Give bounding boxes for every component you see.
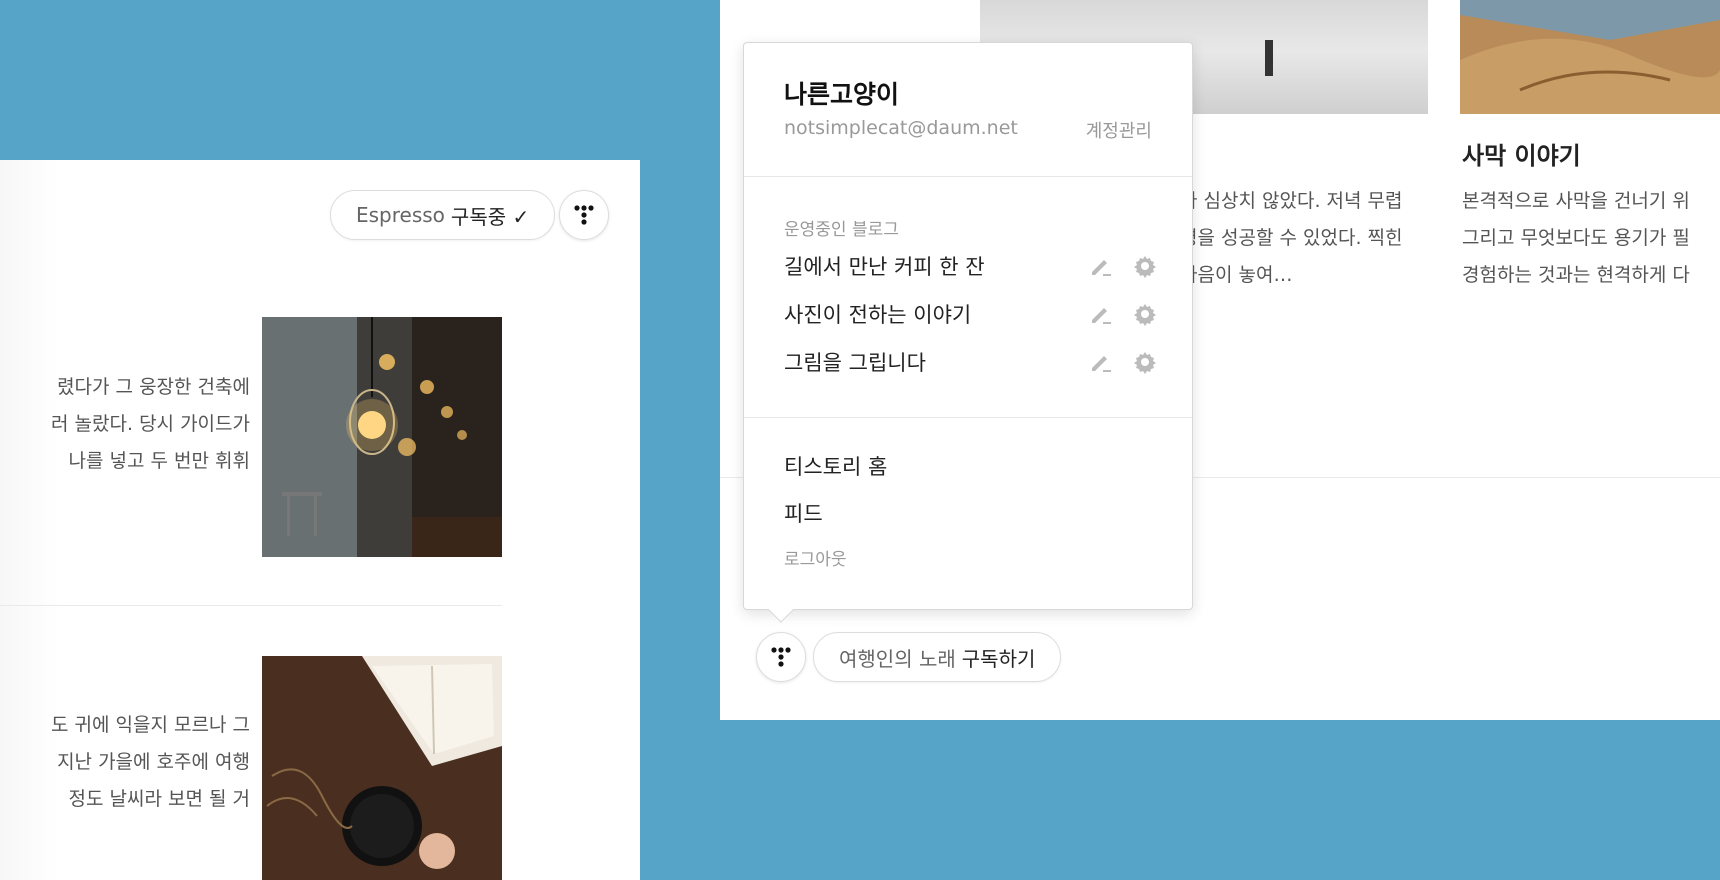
subscribe-blog-name: 여행인의 노래	[839, 646, 956, 671]
excerpt-line: 렸다가 그 웅장한 건축에	[57, 376, 250, 398]
excerpt-line: 나 심상치 않았다. 저녁 무렵	[1180, 190, 1403, 212]
account-settings-link[interactable]: 계정관리	[1086, 117, 1152, 143]
post-thumbnail-lamps[interactable]	[262, 317, 502, 557]
excerpt-line: 령을 성공할 수 있었다. 찍힌	[1180, 227, 1403, 249]
user-email: notsimplecat@daum.net	[784, 117, 1018, 139]
excerpt-line: 경험하는 것과는 현격하게 다	[1462, 264, 1690, 286]
lamps-illustration	[262, 317, 502, 557]
excerpt-line: 지난 가을에 호주에 여행	[57, 751, 250, 773]
gear-icon[interactable]	[1133, 302, 1157, 326]
excerpt-line: 그리고 무엇보다도 용기가 필	[1462, 227, 1690, 249]
subscribed-blog-name: Espresso	[356, 203, 445, 227]
book-coffee-illustration	[262, 656, 502, 880]
blogs-section-label: 운영중인 블로그	[784, 220, 899, 240]
pencil-icon[interactable]	[1089, 350, 1113, 374]
tistory-home-link[interactable]: 티스토리 홈	[784, 451, 887, 481]
post-excerpt[interactable]: 렸다가 그 웅장한 건축에 러 놀랐다. 당시 가이드가 나를 넣고 두 번만 …	[0, 369, 250, 480]
subscribe-button[interactable]: 여행인의 노래 구독하기	[813, 632, 1062, 682]
tistory-menu-button-active[interactable]	[756, 632, 806, 682]
post-thumbnail-desert[interactable]	[1460, 0, 1720, 114]
logout-link[interactable]: 로그아웃	[784, 545, 847, 570]
tistory-menu-button[interactable]	[559, 190, 609, 240]
post-divider	[0, 605, 502, 606]
excerpt-line: 본격적으로 사막을 건너기 위	[1462, 190, 1690, 212]
gear-icon[interactable]	[1133, 350, 1157, 374]
desert-illustration	[1460, 0, 1720, 114]
menu-divider	[744, 176, 1192, 177]
post-excerpt[interactable]: 나 심상치 않았다. 저녁 무렵 령을 성공할 수 있었다. 찍힌 다음이 놓여…	[1180, 183, 1430, 294]
blog-item[interactable]: 사진이 전하는 이야기	[784, 294, 1157, 334]
tistory-logo-icon	[574, 205, 594, 225]
excerpt-line: 다음이 놓여…	[1180, 264, 1293, 286]
blog-item[interactable]: 그림을 그립니다	[784, 342, 1157, 382]
tistory-logo-icon	[771, 647, 791, 667]
excerpt-line: 도 귀에 익을지 모르나 그	[51, 714, 250, 736]
blog-name[interactable]: 사진이 전하는 이야기	[784, 299, 971, 329]
pencil-icon[interactable]	[1089, 254, 1113, 278]
account-dropdown: 나른고양이 notsimplecat@daum.net 계정관리 운영중인 블로…	[743, 42, 1193, 623]
pencil-icon[interactable]	[1089, 302, 1113, 326]
user-name: 나른고양이	[784, 80, 900, 109]
blog-item[interactable]: 길에서 만난 커피 한 잔	[784, 246, 1157, 286]
blog-name[interactable]: 그림을 그립니다	[784, 347, 926, 377]
subscribed-pill[interactable]: Espresso 구독중 ✓	[330, 190, 556, 240]
left-blog-card: Espresso 구독중 ✓ 렸다가 그 웅장한 건축에 러 놀랐다. 당시 가…	[0, 160, 640, 880]
subscribe-action: 구독하기	[961, 646, 1036, 671]
excerpt-line: 러 놀랐다. 당시 가이드가	[51, 413, 250, 435]
feed-link[interactable]: 피드	[784, 498, 823, 528]
subscribed-status: 구독중 ✓	[450, 204, 530, 229]
post-thumbnail-book-coffee[interactable]	[262, 656, 502, 880]
gear-icon[interactable]	[1133, 254, 1157, 278]
excerpt-line: 나를 넣고 두 번만 휘휘	[68, 450, 250, 472]
post-title[interactable]: 사막 이야기	[1462, 136, 1581, 171]
menu-divider	[744, 417, 1192, 418]
post-excerpt[interactable]: 본격적으로 사막을 건너기 위 그리고 무엇보다도 용기가 필 경험하는 것과는…	[1462, 183, 1720, 294]
blog-name[interactable]: 길에서 만난 커피 한 잔	[784, 251, 985, 281]
excerpt-line: 정도 날씨라 보면 될 거	[68, 788, 250, 810]
post-excerpt[interactable]: 도 귀에 익을지 모르나 그 지난 가을에 호주에 여행 정도 날씨라 보면 될…	[0, 707, 250, 818]
sea-post-figure	[1265, 40, 1273, 76]
